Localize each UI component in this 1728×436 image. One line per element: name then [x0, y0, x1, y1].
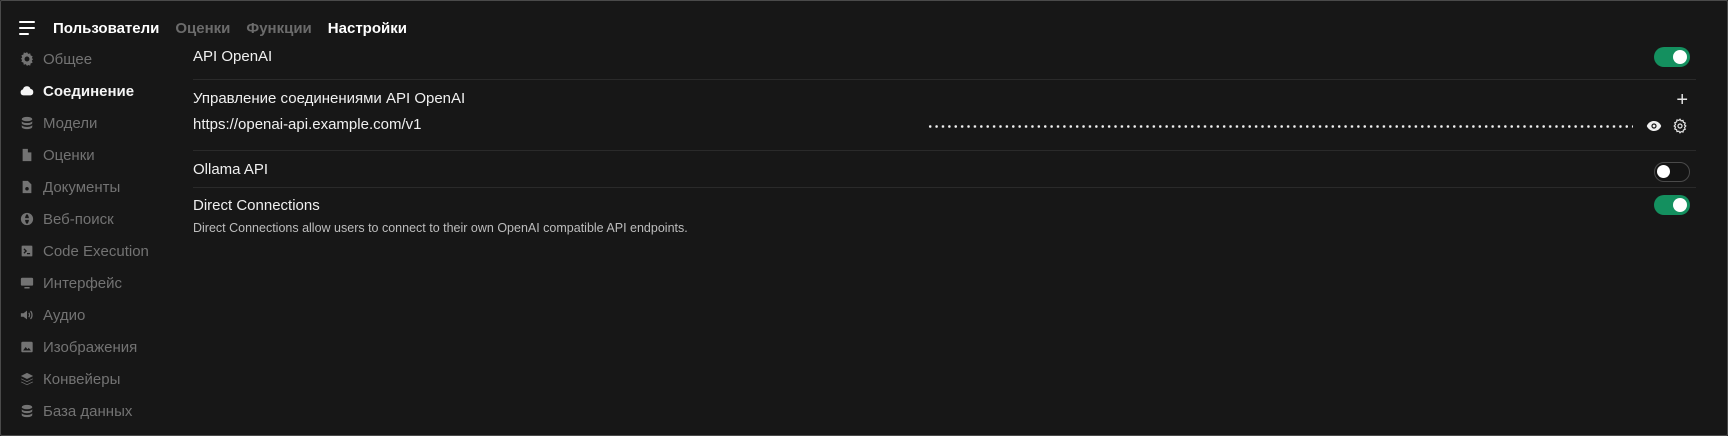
document-icon [20, 148, 34, 162]
sidebar-item-label: Code Execution [43, 242, 149, 260]
tab-functions[interactable]: Функции [246, 20, 311, 37]
sidebar-item-label: Оценки [43, 146, 95, 164]
api-key-masked-field[interactable] [927, 125, 1633, 128]
gear-icon [20, 52, 34, 66]
manage-connections-label: Управление соединениями API OpenAI [193, 90, 466, 107]
ollama-api-row: Ollama API [193, 151, 1696, 187]
sidebar-item-label: Конвейеры [43, 370, 121, 388]
ollama-api-label: Ollama API [193, 161, 269, 178]
openai-api-label: API OpenAI [193, 48, 273, 65]
sidebar-item-web-search[interactable]: Веб-поиск [20, 203, 170, 235]
ollama-api-toggle[interactable] [1654, 162, 1690, 182]
direct-connections-description: Direct Connections allow users to connec… [193, 221, 688, 235]
sidebar-item-label: Модели [43, 114, 98, 132]
sidebar-item-general[interactable]: Общее [20, 43, 170, 75]
sidebar-item-label: База данных [43, 402, 133, 420]
sidebar-item-code-execution[interactable]: Code Execution [20, 235, 170, 267]
add-connection-button[interactable]: + [1676, 90, 1688, 110]
tab-evaluations[interactable]: Оценки [175, 20, 230, 37]
sidebar-item-label: Общее [43, 50, 93, 68]
eye-icon[interactable] [1646, 118, 1662, 134]
tab-settings[interactable]: Настройки [328, 20, 407, 37]
direct-connections-row: Direct Connections Direct Connections al… [193, 188, 1696, 242]
tab-users[interactable]: Пользователи [53, 20, 159, 37]
sidebar-item-interface[interactable]: Интерфейс [20, 267, 170, 299]
direct-connections-label: Direct Connections [193, 197, 320, 214]
sidebar-item-label: Интерфейс [43, 274, 123, 292]
image-icon [20, 340, 34, 354]
app-window: Пользователи Оценки Функции Настройки Об… [0, 0, 1728, 436]
sidebar-item-models[interactable]: Модели [20, 107, 170, 139]
speaker-icon [20, 308, 34, 322]
database-icon [20, 404, 34, 418]
sidebar-item-images[interactable]: Изображения [20, 331, 170, 363]
direct-connections-toggle[interactable] [1654, 195, 1690, 215]
sidebar-item-database[interactable]: База данных [20, 395, 170, 427]
top-nav: Пользователи Оценки Функции Настройки [19, 17, 423, 39]
sidebar-item-audio[interactable]: Аудио [20, 299, 170, 331]
sidebar-item-connections[interactable]: Соединение [20, 75, 170, 107]
sidebar-item-label: Документы [43, 178, 121, 196]
layers-icon [20, 372, 34, 386]
openai-api-row: API OpenAI [193, 45, 1696, 79]
sidebar-item-label: Аудио [43, 306, 86, 324]
globe-icon [20, 212, 34, 226]
settings-main: API OpenAI Управление соединениями API O… [193, 45, 1696, 242]
connection-entry: https://openai-api.example.com/v1 [193, 116, 1696, 150]
divider [193, 79, 1696, 80]
manage-connections-row: Управление соединениями API OpenAI + [193, 90, 1696, 116]
menu-icon[interactable] [19, 20, 37, 36]
document-search-icon [20, 180, 34, 194]
cloud-icon [20, 84, 34, 98]
connection-url[interactable]: https://openai-api.example.com/v1 [193, 116, 421, 133]
terminal-icon [20, 244, 34, 258]
sidebar-item-label: Веб-поиск [43, 210, 114, 228]
sidebar-item-evaluations[interactable]: Оценки [20, 139, 170, 171]
monitor-icon [20, 276, 34, 290]
sidebar-item-pipelines[interactable]: Конвейеры [20, 363, 170, 395]
database-icon [20, 116, 34, 130]
sidebar-item-label: Изображения [43, 338, 138, 356]
sidebar-item-label: Соединение [43, 82, 135, 100]
settings-sidebar: Общее Соединение Модели Оценки Документы… [20, 43, 170, 427]
openai-api-toggle[interactable] [1654, 47, 1690, 67]
gear-icon[interactable] [1672, 118, 1688, 134]
sidebar-item-documents[interactable]: Документы [20, 171, 170, 203]
